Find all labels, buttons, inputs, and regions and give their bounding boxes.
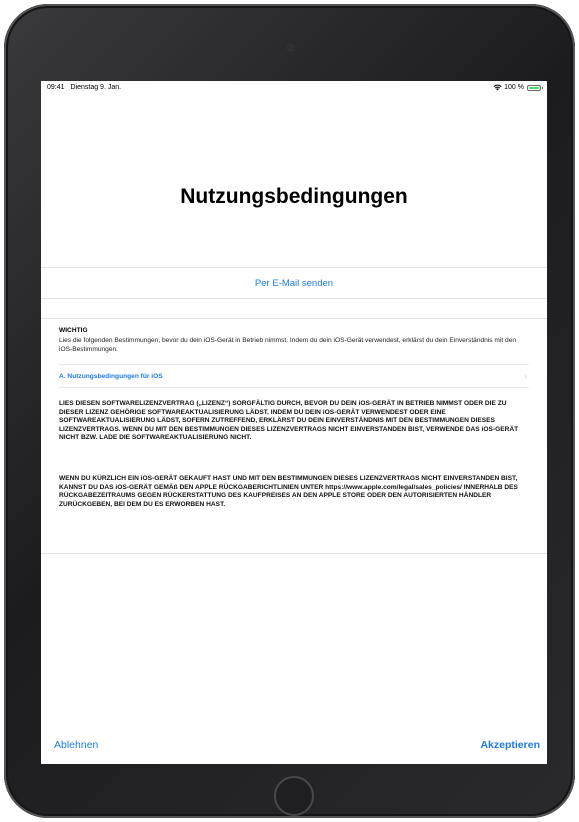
battery-cap: [542, 86, 543, 89]
screen: 09:41 Dienstag 9. Jan. 100 % Nutzungsbed…: [41, 81, 547, 764]
wifi-icon: [493, 84, 502, 91]
chevron-right-icon: ›: [524, 372, 527, 381]
status-time: 09:41: [47, 84, 65, 91]
home-button[interactable]: [274, 776, 314, 816]
email-row: Per E-Mail senden: [41, 267, 547, 299]
status-date: Dienstag 9. Jan.: [70, 84, 122, 91]
accept-button[interactable]: Akzeptieren: [480, 739, 540, 751]
status-left: 09:41 Dienstag 9. Jan.: [47, 84, 125, 91]
decline-button[interactable]: Ablehnen: [54, 739, 98, 751]
battery-percent: 100 %: [504, 84, 524, 91]
important-heading: WICHTIG: [59, 327, 88, 334]
terms-link-row[interactable]: A. Nutzungsbedingungen für iOS ›: [59, 364, 529, 388]
battery-fill: [529, 86, 539, 89]
page-title: Nutzungsbedingungen: [180, 185, 408, 208]
status-bar: 09:41 Dienstag 9. Jan. 100 %: [41, 81, 547, 95]
status-right: 100 %: [493, 84, 543, 91]
send-email-link[interactable]: Per E-Mail senden: [41, 278, 547, 289]
front-camera: [287, 44, 294, 51]
important-text: Lies die folgenden Bestimmungen, bevor d…: [59, 337, 517, 353]
legal-text-section[interactable]: WICHTIG Lies die folgenden Bestimmungen,…: [41, 318, 547, 554]
license-paragraph: LIES DIESEN SOFTWARELIZENZVERTRAG („LIZE…: [59, 400, 519, 442]
license-paragraph: WENN DU KÜRZLICH EIN iOS-GERÄT GEKAUFT H…: [59, 475, 518, 508]
battery-icon: [527, 84, 543, 91]
terms-link-label[interactable]: A. Nutzungsbedingungen für iOS: [59, 373, 163, 380]
